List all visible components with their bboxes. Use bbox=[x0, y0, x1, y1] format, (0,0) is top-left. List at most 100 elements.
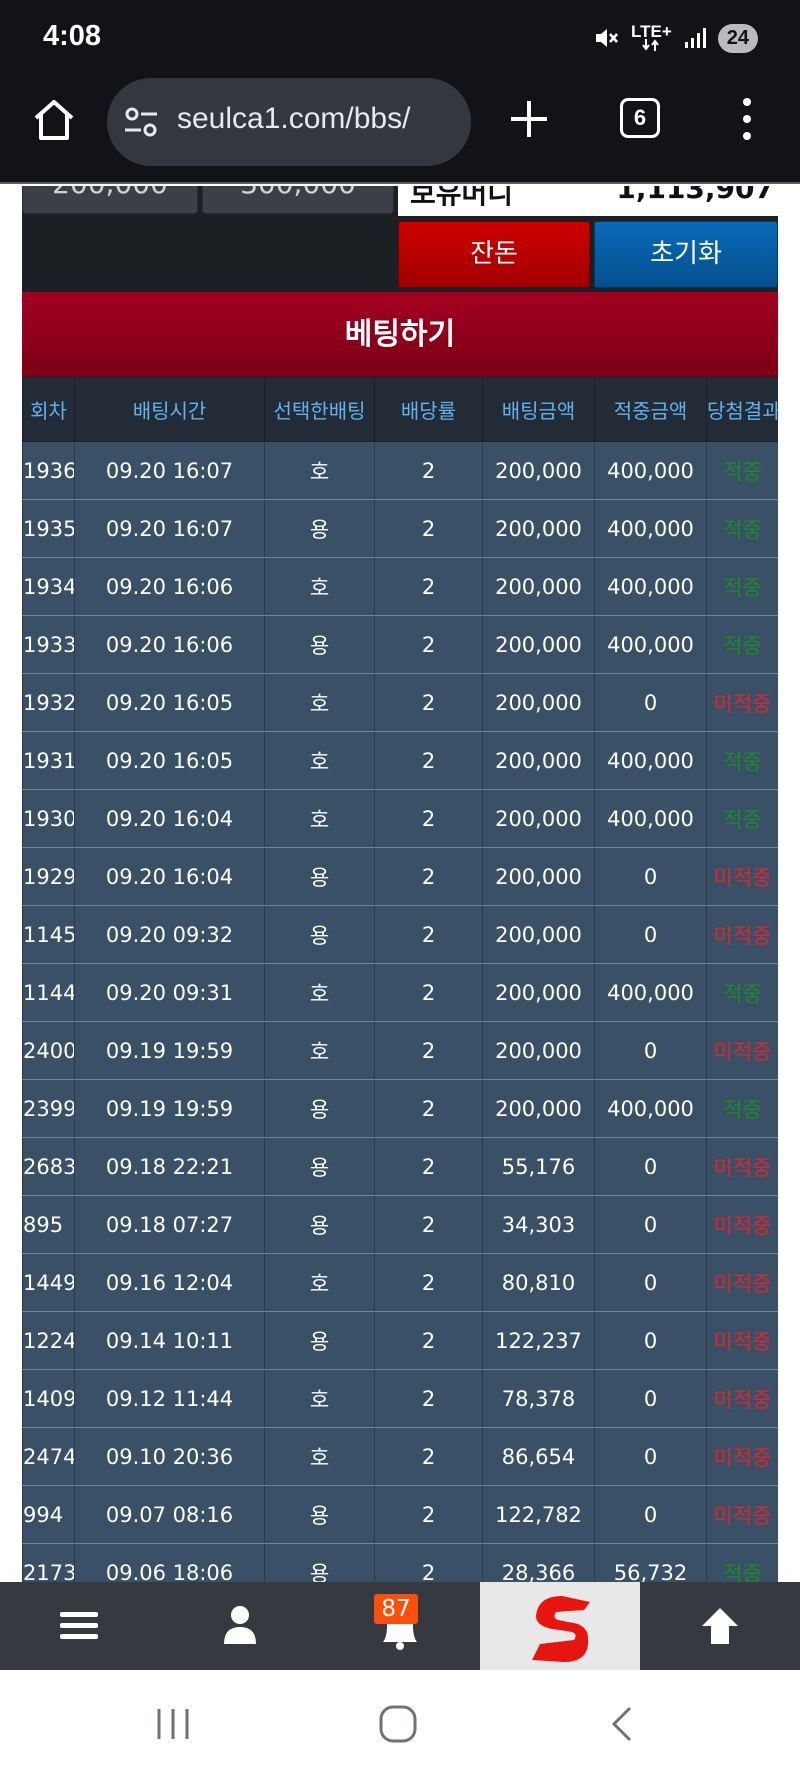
cell-round: 1934 bbox=[22, 557, 75, 616]
cell-odds: 2 bbox=[374, 1311, 483, 1370]
cell-bet-amount: 200,000 bbox=[482, 557, 595, 616]
site-logo[interactable] bbox=[480, 1582, 640, 1670]
mute-icon bbox=[595, 29, 618, 47]
cell-odds: 2 bbox=[374, 1485, 483, 1544]
cell-result: 적중 bbox=[706, 441, 778, 500]
cell-bet-amount: 55,176 bbox=[482, 1137, 595, 1196]
cell-result: 미적중 bbox=[706, 905, 778, 964]
table-row: 1932 09.20 16:05 호 2 200,000 0 미적중 bbox=[22, 673, 778, 732]
cell-bet-amount: 200,000 bbox=[482, 1079, 595, 1138]
lte-indicator: LTE+ bbox=[631, 23, 672, 51]
new-tab-icon[interactable] bbox=[508, 98, 550, 140]
cell-odds: 2 bbox=[374, 673, 483, 732]
cell-bet-amount: 200,000 bbox=[482, 731, 595, 790]
cell-time: 09.20 16:07 bbox=[74, 499, 265, 558]
home-nav-icon[interactable] bbox=[378, 1704, 418, 1744]
cell-win-amount: 0 bbox=[594, 847, 707, 906]
cell-result: 적중 bbox=[706, 1543, 778, 1582]
table-row: 2683 09.18 22:21 용 2 55,176 0 미적중 bbox=[22, 1137, 778, 1196]
cell-bet-amount: 200,000 bbox=[482, 963, 595, 1022]
cell-result: 미적중 bbox=[706, 1311, 778, 1370]
table-row: 1934 09.20 16:06 호 2 200,000 400,000 적중 bbox=[22, 557, 778, 616]
cell-pick: 용 bbox=[264, 1079, 375, 1138]
cell-time: 09.20 16:05 bbox=[74, 673, 265, 732]
status-time: 4:08 bbox=[43, 20, 102, 52]
table-row: 1224 09.14 10:11 용 2 122,237 0 미적중 bbox=[22, 1311, 778, 1370]
table-row: 1931 09.20 16:05 호 2 200,000 400,000 적중 bbox=[22, 731, 778, 790]
cell-pick: 호 bbox=[264, 789, 375, 848]
table-row: 2400 09.19 19:59 호 2 200,000 0 미적중 bbox=[22, 1021, 778, 1080]
arrow-up-icon[interactable] bbox=[696, 1582, 744, 1670]
hamburger-icon[interactable] bbox=[52, 1582, 108, 1670]
status-bar: 4:08 LTE+ 24 bbox=[0, 0, 800, 74]
cell-pick: 호 bbox=[264, 963, 375, 1022]
cell-time: 09.20 09:32 bbox=[74, 905, 265, 964]
recent-apps-icon[interactable] bbox=[155, 1706, 191, 1742]
cell-win-amount: 400,000 bbox=[594, 731, 707, 790]
cell-bet-amount: 200,000 bbox=[482, 673, 595, 732]
cell-result: 미적중 bbox=[706, 673, 778, 732]
header-bet-amount: 배팅금액 bbox=[482, 377, 595, 442]
cell-odds: 2 bbox=[374, 1021, 483, 1080]
cell-win-amount: 0 bbox=[594, 673, 707, 732]
cell-result: 적중 bbox=[706, 1079, 778, 1138]
cell-odds: 2 bbox=[374, 557, 483, 616]
cell-pick: 호 bbox=[264, 673, 375, 732]
holding-value: 1,113,907 bbox=[616, 186, 774, 205]
cell-win-amount: 0 bbox=[594, 1311, 707, 1370]
site-settings-icon[interactable] bbox=[123, 106, 159, 138]
table-row: 2474 09.10 20:36 호 2 86,654 0 미적중 bbox=[22, 1427, 778, 1486]
cell-round: 1930 bbox=[22, 789, 75, 848]
cell-time: 09.14 10:11 bbox=[74, 1311, 265, 1370]
reset-button[interactable]: 초기화 bbox=[594, 221, 778, 288]
status-icons: LTE+ 24 bbox=[593, 22, 758, 54]
more-options-icon[interactable] bbox=[735, 96, 759, 142]
cell-bet-amount: 200,000 bbox=[482, 499, 595, 558]
cell-time: 09.20 16:06 bbox=[74, 557, 265, 616]
cell-win-amount: 0 bbox=[594, 1137, 707, 1196]
cell-odds: 2 bbox=[374, 847, 483, 906]
amount-button-200000[interactable]: 200,000 bbox=[22, 186, 198, 214]
cell-pick: 용 bbox=[264, 499, 375, 558]
cell-time: 09.07 08:16 bbox=[74, 1485, 265, 1544]
android-nav-bar bbox=[0, 1670, 800, 1778]
holding-label: 보유머니 bbox=[410, 186, 514, 210]
back-icon[interactable] bbox=[608, 1704, 636, 1744]
cell-win-amount: 400,000 bbox=[594, 499, 707, 558]
cell-time: 09.20 16:04 bbox=[74, 789, 265, 848]
cell-round: 1935 bbox=[22, 499, 75, 558]
amount-button-300000[interactable]: 300,000 bbox=[202, 186, 394, 214]
battery-level: 24 bbox=[717, 23, 758, 53]
cell-odds: 2 bbox=[374, 1079, 483, 1138]
address-bar[interactable]: seulca1.com/bbs/ bbox=[107, 78, 471, 166]
cell-time: 09.20 16:04 bbox=[74, 847, 265, 906]
cell-win-amount: 400,000 bbox=[594, 1079, 707, 1138]
cell-round: 994 bbox=[22, 1485, 75, 1544]
table-row: 1145 09.20 09:32 용 2 200,000 0 미적중 bbox=[22, 905, 778, 964]
notification-badge: 87 bbox=[374, 1594, 418, 1624]
cell-time: 09.19 19:59 bbox=[74, 1079, 265, 1138]
home-icon[interactable] bbox=[30, 96, 78, 144]
cell-odds: 2 bbox=[374, 441, 483, 500]
cell-bet-amount: 200,000 bbox=[482, 847, 595, 906]
table-row: 1449 09.16 12:04 호 2 80,810 0 미적중 bbox=[22, 1253, 778, 1312]
cell-bet-amount: 122,237 bbox=[482, 1311, 595, 1370]
tab-switcher-button[interactable]: 6 bbox=[620, 98, 660, 138]
cell-bet-amount: 86,654 bbox=[482, 1427, 595, 1486]
cell-odds: 2 bbox=[374, 1195, 483, 1254]
cell-time: 09.06 18:06 bbox=[74, 1543, 265, 1582]
user-icon[interactable] bbox=[218, 1582, 262, 1670]
cell-win-amount: 0 bbox=[594, 1195, 707, 1254]
table-row: 1935 09.20 16:07 용 2 200,000 400,000 적중 bbox=[22, 499, 778, 558]
cell-round: 1145 bbox=[22, 905, 75, 964]
header-result: 당첨결과 bbox=[706, 377, 778, 442]
table-row: 1933 09.20 16:06 용 2 200,000 400,000 적중 bbox=[22, 615, 778, 674]
cell-result: 적중 bbox=[706, 963, 778, 1022]
header-pick: 선택한배팅 bbox=[264, 377, 375, 442]
cell-win-amount: 56,732 bbox=[594, 1543, 707, 1582]
cell-round: 1449 bbox=[22, 1253, 75, 1312]
balance-button[interactable]: 잔돈 bbox=[398, 221, 590, 288]
cell-round: 895 bbox=[22, 1195, 75, 1254]
cell-round: 1929 bbox=[22, 847, 75, 906]
cell-pick: 호 bbox=[264, 441, 375, 500]
